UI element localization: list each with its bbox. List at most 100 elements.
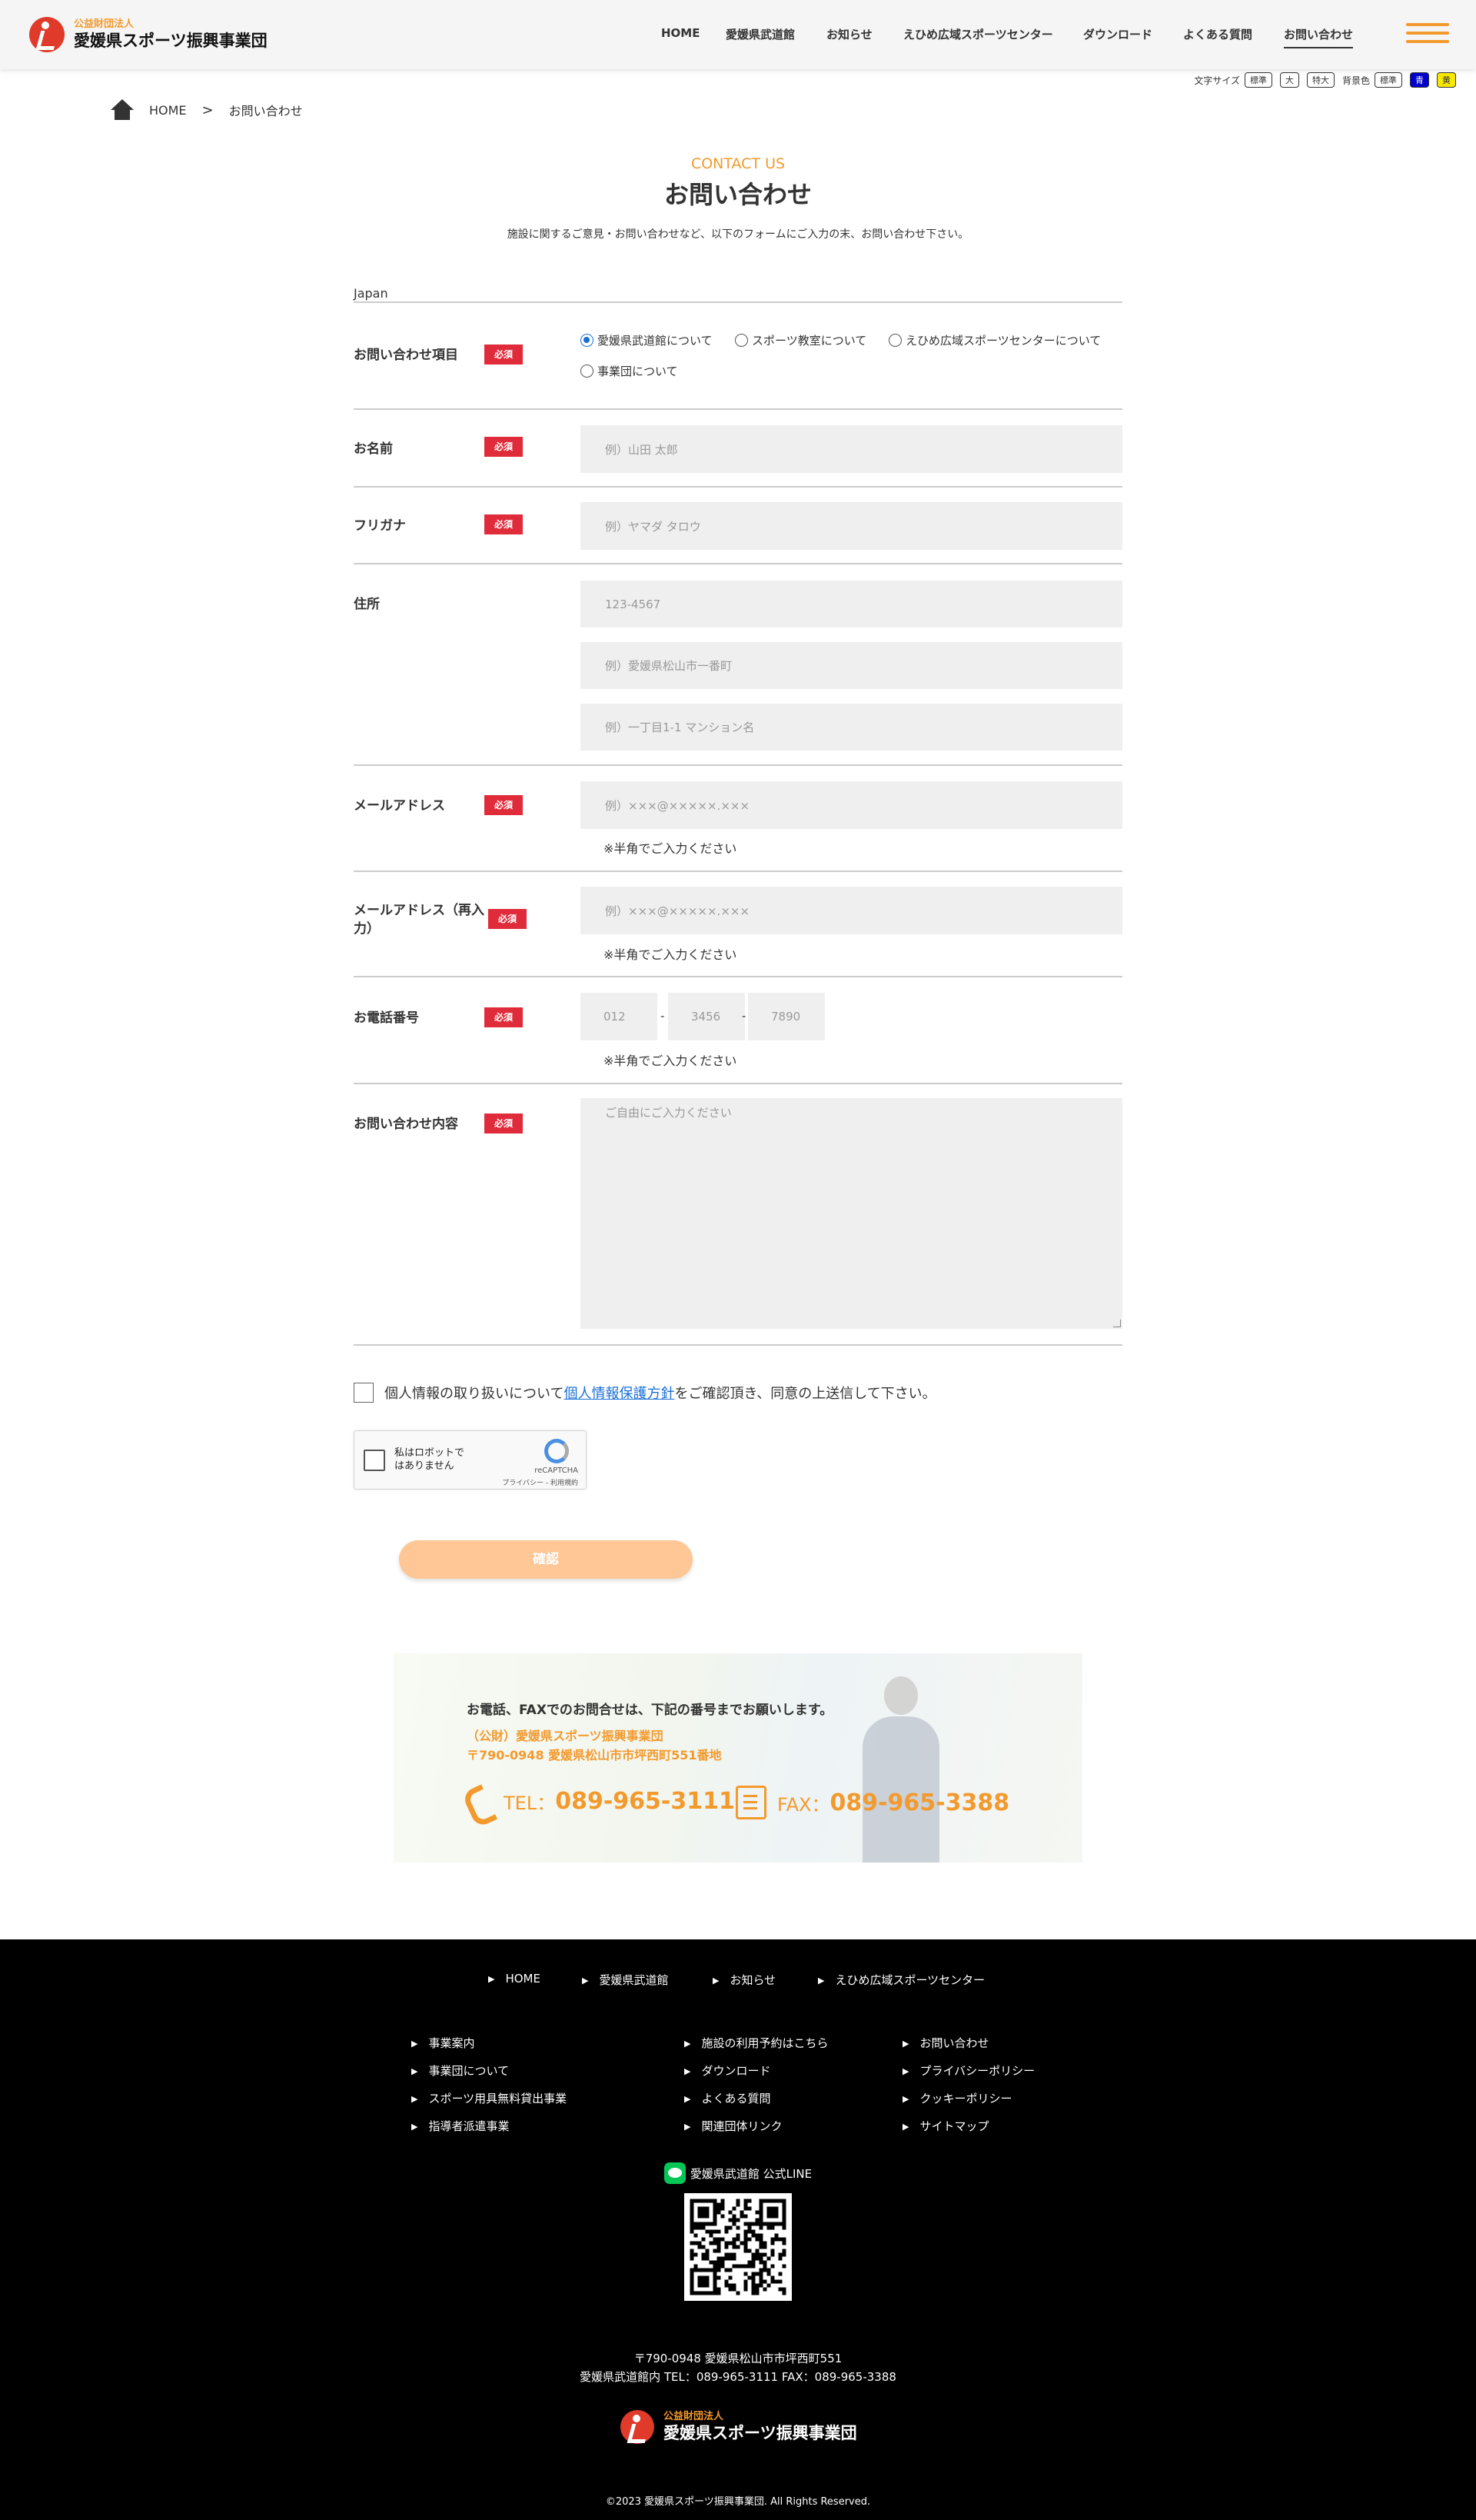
- qr-module: [713, 2264, 717, 2269]
- required-badge: 必須: [484, 514, 523, 534]
- qr-module: [701, 2199, 706, 2203]
- qr-module: [713, 2222, 717, 2226]
- qr-module: [713, 2272, 717, 2276]
- qr-module: [732, 2237, 736, 2242]
- footer-link-contact[interactable]: お問い合わせ: [903, 2035, 989, 2051]
- qr-module: [755, 2249, 760, 2253]
- footer-link-sports-center[interactable]: えひめ広域スポーツセンター: [818, 1972, 985, 1988]
- bg-blue-button[interactable]: 青: [1410, 72, 1429, 88]
- address-line2-input[interactable]: 例）一丁目1-1 マンション名: [580, 704, 1122, 751]
- recaptcha-links[interactable]: プライバシー - 利用規約: [502, 1477, 578, 1487]
- page-title-en: CONTACT US: [690, 155, 786, 172]
- qr-module: [782, 2264, 786, 2269]
- bg-standard-button[interactable]: 標準: [1375, 72, 1402, 88]
- qr-module: [740, 2210, 744, 2215]
- qr-module: [774, 2206, 779, 2211]
- footer-link-instructor[interactable]: 指導者派遣事業: [411, 2118, 509, 2134]
- nav-budokan[interactable]: 愛媛県武道館: [726, 26, 795, 42]
- qr-module: [743, 2264, 748, 2269]
- qr-module: [763, 2252, 767, 2257]
- hamburger-menu-icon[interactable]: [1406, 23, 1449, 45]
- privacy-consent: 個人情報の取り扱いについて 個人情報保護方針 をご確認頂き、同意の上送信して下さ…: [354, 1383, 936, 1403]
- qr-module: [782, 2287, 786, 2292]
- kana-input[interactable]: 例）ヤマダ タロウ: [580, 502, 1122, 550]
- footer-link-privacy[interactable]: プライバシーポリシー: [903, 2062, 1035, 2079]
- footer-link-related[interactable]: 関連団体リンク: [684, 2118, 782, 2134]
- divider: [354, 1344, 1122, 1346]
- footer-link-business[interactable]: 事業案内: [411, 2035, 474, 2051]
- email-input[interactable]: 例）×××@×××××.×××: [580, 781, 1122, 829]
- email-confirm-input[interactable]: 例）×××@×××××.×××: [580, 887, 1122, 934]
- tel-note: ※半角でご入力ください: [603, 1054, 737, 1068]
- divider: [354, 563, 1122, 564]
- qr-module: [782, 2291, 786, 2295]
- nav-download[interactable]: ダウンロード: [1083, 26, 1152, 42]
- name-input[interactable]: 例）山田 太郎: [580, 425, 1122, 473]
- bg-yellow-button[interactable]: 黄: [1437, 72, 1456, 88]
- radio-icon[interactable]: [735, 334, 748, 347]
- qr-module: [716, 2287, 721, 2292]
- footer-link-reservation[interactable]: 施設の利用予約はこちら: [684, 2035, 828, 2051]
- nav-sports-center[interactable]: えひめ広域スポーツセンター: [903, 26, 1053, 42]
- footer-link-cookie[interactable]: クッキーポリシー: [903, 2090, 1012, 2106]
- qr-module: [713, 2210, 717, 2215]
- radio-sports-center[interactable]: えひめ広域スポーツセンターについて: [889, 332, 1101, 348]
- footer-link-home[interactable]: HOME: [488, 1972, 540, 1986]
- accessibility-bar: 文字サイズ 標準 大 特大 背景色 標準 青 黄: [1194, 72, 1464, 88]
- qr-module: [740, 2241, 744, 2245]
- qr-module: [759, 2268, 763, 2272]
- tel-input-3[interactable]: 7890: [748, 993, 825, 1040]
- qr-module: [770, 2279, 775, 2284]
- qr-module: [690, 2268, 694, 2272]
- nav-home[interactable]: HOME: [661, 26, 700, 40]
- line-official[interactable]: 愛媛県武道館 公式LINE: [0, 2162, 1476, 2184]
- nav-news[interactable]: お知らせ: [826, 26, 873, 42]
- footer-link-budokan[interactable]: 愛媛県武道館: [582, 1972, 668, 1988]
- footer-link-equipment[interactable]: スポーツ用具無料貸出事業: [411, 2090, 567, 2106]
- message-textarea[interactable]: ご自由にご入力ください: [580, 1098, 1122, 1329]
- footer-link-sitemap[interactable]: サイトマップ: [903, 2118, 989, 2134]
- font-size-xlarge-button[interactable]: 特大: [1306, 72, 1335, 88]
- confirm-button[interactable]: 確認: [399, 1540, 693, 1579]
- qr-module: [747, 2225, 752, 2230]
- footer-logo[interactable]: 公益財団法人 愛媛県スポーツ振興事業団: [620, 2410, 857, 2444]
- qr-module: [743, 2287, 748, 2292]
- address-line1-input[interactable]: 例）愛媛県松山市一番町: [580, 642, 1122, 689]
- radio-checked-icon[interactable]: [580, 334, 593, 347]
- footer-link-download[interactable]: ダウンロード: [684, 2062, 770, 2079]
- tel-input-1[interactable]: 012: [580, 993, 657, 1040]
- qr-module: [770, 2241, 775, 2245]
- qr-module: [697, 2241, 702, 2245]
- resize-handle-icon[interactable]: [1113, 1320, 1121, 1327]
- qr-module: [697, 2283, 702, 2288]
- qr-module: [709, 2260, 713, 2265]
- radio-icon[interactable]: [580, 365, 593, 378]
- footer-link-news[interactable]: お知らせ: [713, 1972, 776, 1988]
- qr-module: [755, 2222, 760, 2226]
- nav-faq[interactable]: よくある質問: [1183, 26, 1252, 42]
- contact-tel[interactable]: TEL： 089-965-3111: [467, 1786, 735, 1816]
- qr-module: [774, 2237, 779, 2242]
- breadcrumb-home[interactable]: HOME: [149, 103, 187, 118]
- privacy-policy-link[interactable]: 個人情報保護方針: [563, 1383, 674, 1403]
- radio-icon[interactable]: [889, 334, 902, 347]
- bg-color-label: 背景色: [1341, 75, 1370, 86]
- recaptcha-checkbox[interactable]: [364, 1450, 385, 1471]
- qr-module: [732, 2245, 736, 2249]
- tel-input-2[interactable]: 3456: [668, 993, 745, 1040]
- qr-module: [716, 2210, 721, 2215]
- qr-module: [743, 2237, 748, 2242]
- footer-link-faq[interactable]: よくある質問: [684, 2090, 770, 2106]
- qr-module: [732, 2287, 736, 2292]
- radio-budokan[interactable]: 愛媛県武道館について: [580, 332, 713, 348]
- radio-sports-class[interactable]: スポーツ教室について: [735, 332, 866, 348]
- qr-module: [732, 2222, 736, 2226]
- font-size-large-button[interactable]: 大: [1279, 72, 1299, 88]
- font-size-standard-button[interactable]: 標準: [1244, 72, 1272, 88]
- zip-input[interactable]: 123-4567: [580, 581, 1122, 628]
- privacy-checkbox[interactable]: [354, 1383, 374, 1403]
- radio-foundation[interactable]: 事業団について: [580, 363, 678, 379]
- footer-link-about[interactable]: 事業団について: [411, 2062, 509, 2079]
- nav-contact[interactable]: お問い合わせ: [1284, 26, 1354, 48]
- home-icon[interactable]: [111, 99, 134, 121]
